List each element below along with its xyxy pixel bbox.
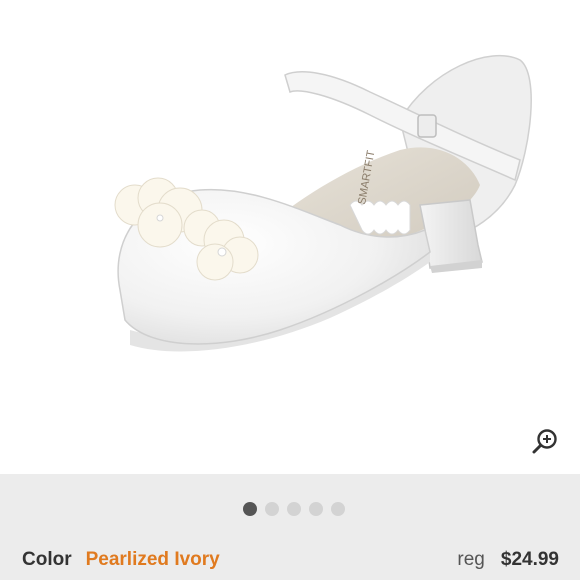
product-info-band: Color Pearlized Ivory reg $24.99 — [0, 474, 580, 580]
gallery-dot-3[interactable] — [287, 502, 301, 516]
product-image[interactable]: SMARTFIT — [0, 0, 580, 404]
gallery-dot-4[interactable] — [309, 502, 323, 516]
gallery-dot-2[interactable] — [265, 502, 279, 516]
gallery-dot-5[interactable] — [331, 502, 345, 516]
zoom-strip — [0, 404, 580, 474]
zoom-in-icon[interactable] — [530, 426, 560, 456]
price-label: reg — [457, 549, 485, 570]
color-label: Color — [22, 549, 72, 570]
color-value: Pearlized Ivory — [85, 549, 220, 570]
color-price-row: Color Pearlized Ivory reg $24.99 — [22, 547, 559, 573]
gallery-dot-1[interactable] — [243, 502, 257, 516]
product-page: SMARTFIT Color Pearlized Ivory reg $24.9… — [0, 0, 580, 580]
gallery-pagination — [4, 502, 580, 516]
price: $24.99 — [500, 549, 559, 570]
shoe-illustration: SMARTFIT — [114, 55, 532, 352]
